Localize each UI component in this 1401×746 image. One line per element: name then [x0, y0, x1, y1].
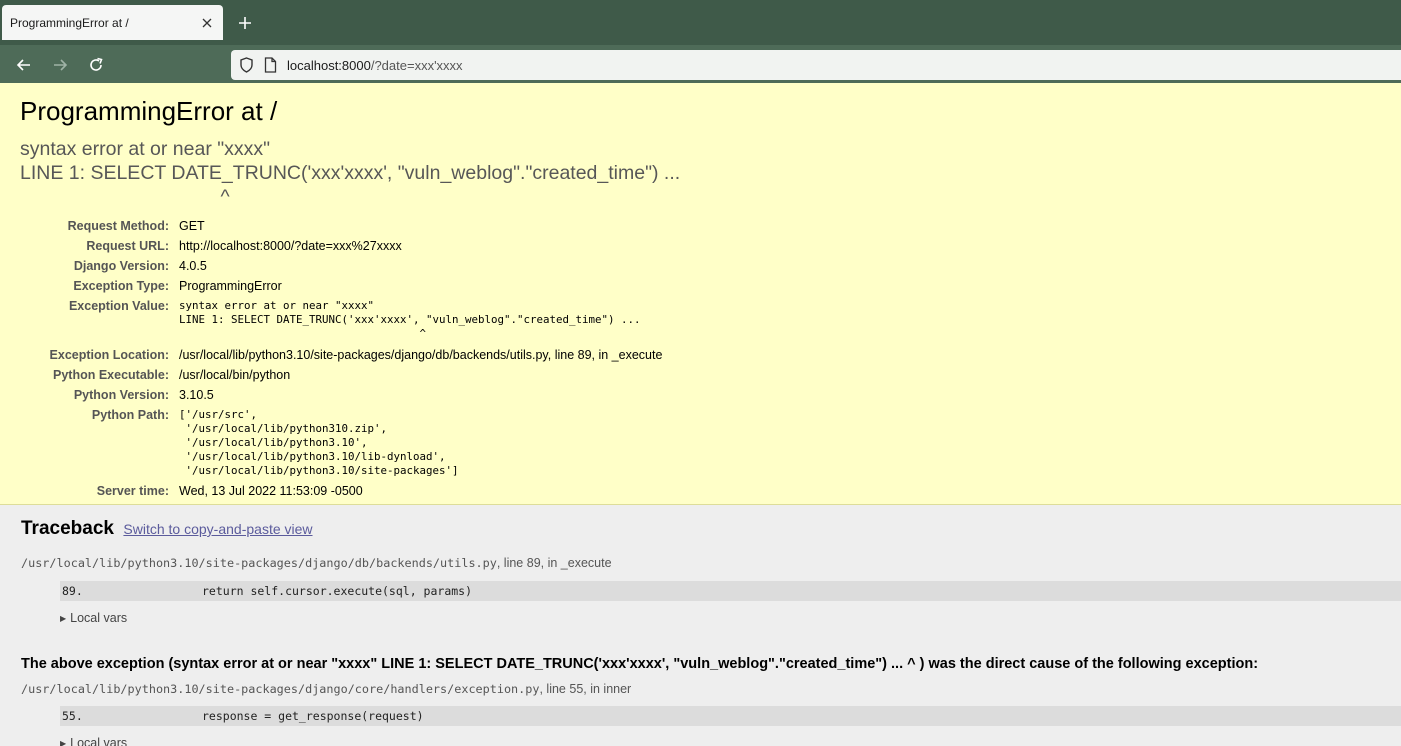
exception-value-heading: syntax error at or near "xxxx" LINE 1: S…	[20, 138, 681, 208]
meta-value: 3.10.5	[179, 388, 214, 402]
browser-tab-bar: ProgrammingError at /	[0, 0, 1401, 45]
meta-row: Exception Value: syntax error at or near…	[20, 296, 662, 345]
local-vars-toggle[interactable]: ▶ Local vars	[60, 736, 127, 746]
line-number: 55.	[62, 709, 83, 723]
meta-row: Exception Type: ProgrammingError	[20, 276, 662, 296]
meta-value: ['/usr/src', '/usr/local/lib/python310.z…	[179, 408, 459, 477]
url-host: localhost:8000	[287, 57, 371, 73]
meta-key: Python Executable:	[53, 368, 169, 382]
meta-row: Django Version: 4.0.5	[20, 256, 662, 276]
close-tab-icon[interactable]	[199, 15, 215, 31]
forward-arrow-icon	[54, 59, 68, 71]
meta-row: Request URL: http://localhost:8000/?date…	[20, 236, 662, 256]
meta-key: Django Version:	[73, 259, 169, 273]
meta-row: Exception Location: /usr/local/lib/pytho…	[20, 345, 663, 365]
request-meta-table: Request Method: GET Request URL: http://…	[20, 216, 663, 501]
meta-row: Request Method: GET	[20, 216, 662, 236]
reload-icon	[90, 57, 103, 71]
frame-location: /usr/local/lib/python3.10/site-packages/…	[21, 682, 631, 696]
code-text: return self.cursor.execute(sql, params)	[202, 584, 473, 598]
meta-row: Python Path: ['/usr/src', '/usr/local/li…	[20, 405, 662, 481]
meta-value: /usr/local/lib/python3.10/site-packages/…	[179, 348, 663, 362]
frame-location: /usr/local/lib/python3.10/site-packages/…	[21, 556, 612, 570]
traceback-section: Traceback Switch to copy-and-paste view …	[0, 506, 1401, 746]
frame-line-info: , line 55, in inner	[539, 682, 632, 696]
page-title: ProgrammingError at /	[20, 96, 278, 126]
frame-file: /usr/local/lib/python3.10/site-packages/…	[21, 682, 540, 696]
expand-triangle-icon: ▶	[60, 739, 67, 746]
meta-row: Python Version: 3.10.5	[20, 385, 662, 405]
meta-key: Request URL:	[86, 239, 169, 253]
copy-paste-view-link[interactable]: Switch to copy-and-paste view	[123, 521, 312, 537]
meta-value: ProgrammingError	[179, 279, 282, 293]
meta-value: http://localhost:8000/?date=xxx%27xxxx	[179, 239, 402, 253]
meta-row: Server time: Wed, 13 Jul 2022 11:53:09 -…	[20, 481, 662, 501]
meta-value: syntax error at or near "xxxx" LINE 1: S…	[179, 299, 641, 340]
new-tab-button[interactable]	[233, 11, 257, 35]
meta-row: Python Executable: /usr/local/bin/python	[20, 365, 662, 385]
meta-key: Python Path:	[91, 408, 169, 422]
frame-line-info: , line 89, in _execute	[496, 556, 612, 570]
code-context-line[interactable]: 55. response = get_response(request)	[60, 706, 1401, 726]
browser-nav-bar: localhost:8000/?date=xxx'xxxx	[0, 45, 1401, 83]
url-bar[interactable]: localhost:8000/?date=xxx'xxxx	[231, 50, 1401, 80]
meta-value: GET	[179, 219, 205, 233]
meta-key: Exception Value:	[68, 299, 169, 313]
meta-key: Python Version:	[73, 388, 169, 402]
meta-key: Exception Type:	[73, 279, 169, 293]
cause-message: The above exception (syntax error at or …	[21, 656, 1259, 672]
expand-triangle-icon: ▶	[60, 614, 67, 623]
url-text[interactable]: localhost:8000/?date=xxx'xxxx	[287, 58, 463, 73]
url-path: /?date=xxx'xxxx	[370, 57, 463, 73]
plus-icon	[239, 17, 251, 29]
page-icon[interactable]	[261, 56, 279, 74]
local-vars-toggle[interactable]: ▶ Local vars	[60, 611, 127, 625]
back-arrow-icon	[16, 59, 30, 71]
code-context-line[interactable]: 89. return self.cursor.execute(sql, para…	[60, 581, 1401, 601]
forward-button[interactable]	[48, 53, 72, 77]
browser-tab[interactable]: ProgrammingError at /	[2, 5, 223, 40]
line-number: 89.	[62, 584, 83, 598]
meta-value: Wed, 13 Jul 2022 11:53:09 -0500	[179, 484, 363, 498]
meta-key: Request Method:	[67, 219, 169, 233]
back-button[interactable]	[12, 53, 36, 77]
tab-title: ProgrammingError at /	[10, 15, 129, 30]
meta-value: 4.0.5	[179, 259, 207, 273]
traceback-title: Traceback	[21, 518, 114, 539]
meta-key: Server time:	[96, 484, 169, 498]
code-text: response = get_response(request)	[202, 709, 424, 723]
local-vars-label: Local vars	[70, 611, 128, 625]
shield-icon[interactable]	[237, 56, 255, 74]
traceback-header: Traceback Switch to copy-and-paste view	[21, 518, 313, 540]
meta-value: /usr/local/bin/python	[179, 368, 291, 382]
frame-file: /usr/local/lib/python3.10/site-packages/…	[21, 556, 497, 570]
local-vars-label: Local vars	[70, 736, 128, 746]
error-summary: ProgrammingError at / syntax error at or…	[0, 83, 1401, 505]
meta-key: Exception Location:	[49, 348, 169, 362]
reload-button[interactable]	[84, 53, 108, 77]
